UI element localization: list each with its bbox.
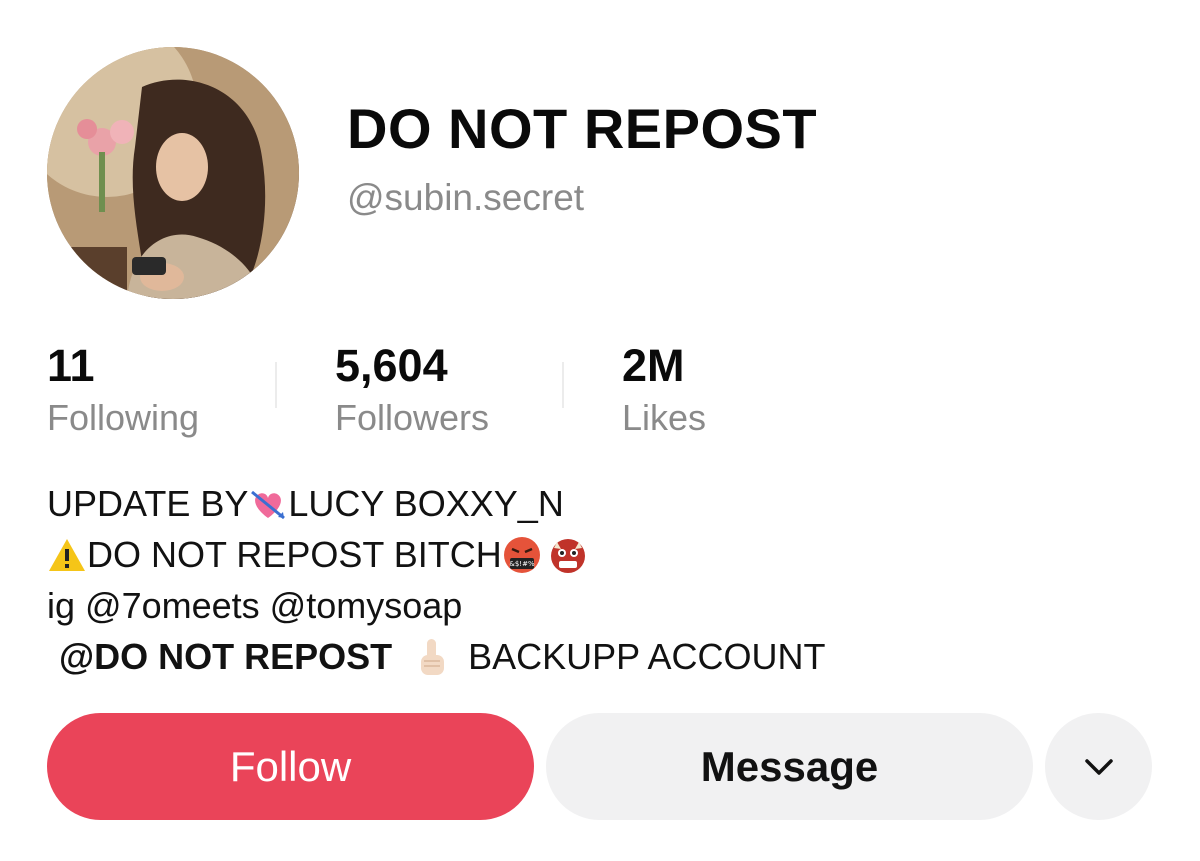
cursing-face-icon: &$!#% [502, 535, 542, 575]
following-count: 11 [47, 340, 95, 391]
display-name: DO NOT REPOST [347, 97, 818, 160]
bio-text: DO NOT REPOST BITCH [87, 534, 502, 575]
bio-mention-link[interactable]: @DO NOT REPOST [59, 631, 392, 682]
bio: UPDATE BY LUCY BOXXY_N DO NOT REPOST BIT… [47, 478, 1147, 682]
stat-divider [562, 362, 564, 408]
chevron-down-icon [1084, 758, 1113, 775]
bio-line-3: ig @7omeets @tomysoap [47, 580, 1147, 631]
bio-text: BACKUPP ACCOUNT [468, 636, 826, 677]
bio-line-2: DO NOT REPOST BITCH &$!#% [47, 529, 1147, 580]
likes-count: 2M [622, 340, 685, 391]
follow-button[interactable]: Follow [47, 713, 534, 820]
svg-text:&$!#%: &$!#% [509, 560, 535, 568]
ogre-icon [548, 535, 588, 575]
stat-following[interactable]: 11 Following [47, 340, 199, 440]
message-button[interactable]: Message [546, 713, 1033, 820]
more-options-button[interactable] [1045, 713, 1152, 820]
username-handle: @subin.secret [347, 177, 585, 218]
likes-label: Likes [622, 397, 707, 438]
avatar-image [47, 47, 299, 299]
heart-with-arrow-icon [248, 484, 288, 524]
stat-followers[interactable]: 5,604 Followers [335, 340, 489, 440]
followers-count: 5,604 [335, 340, 448, 391]
index-pointing-up-icon [412, 637, 452, 677]
following-label: Following [47, 397, 200, 438]
bio-text: ig @7omeets @tomysoap [47, 585, 463, 626]
followers-label: Followers [335, 397, 490, 438]
bio-text: LUCY BOXXY_N [288, 483, 564, 524]
bio-line-4: @DO NOT REPOST BACKUPP ACCOUNT [47, 631, 1147, 682]
profile-page: DO NOT REPOST @subin.secret 11 Following… [0, 0, 1200, 861]
avatar[interactable] [47, 47, 299, 299]
stat-divider [275, 362, 277, 408]
warning-icon [47, 535, 87, 575]
bio-text: UPDATE BY [47, 483, 249, 524]
bio-line-1: UPDATE BY LUCY BOXXY_N [47, 478, 1147, 529]
stat-likes[interactable]: 2M Likes [622, 340, 706, 440]
